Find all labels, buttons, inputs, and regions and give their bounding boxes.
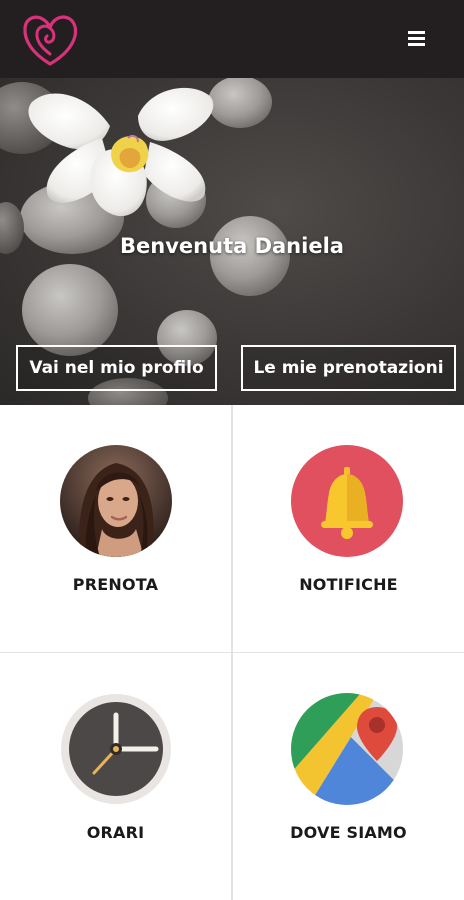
tile-label: NOTIFICHE: [299, 575, 398, 594]
menu-grid: PRENOTA NOTIFICHE ORARI DOVE SIAMO: [0, 405, 464, 900]
tile-label: PRENOTA: [72, 575, 159, 594]
app-header: [0, 0, 464, 78]
my-bookings-button[interactable]: Le mie prenotazioni: [241, 345, 456, 391]
tile-dove-siamo[interactable]: DOVE SIAMO: [233, 653, 464, 900]
menu-bar: [408, 37, 425, 40]
tile-label: ORARI: [86, 823, 145, 842]
menu-bar: [408, 31, 425, 34]
tile-prenota[interactable]: PRENOTA: [0, 405, 231, 652]
clock-icon: [61, 694, 171, 804]
menu-bar: [408, 43, 425, 46]
map-pin-icon: [291, 693, 403, 805]
tile-label: DOVE SIAMO: [290, 823, 407, 842]
my-profile-button[interactable]: Vai nel mio profilo: [16, 345, 217, 391]
tile-orari[interactable]: ORARI: [0, 653, 231, 900]
bell-icon: [291, 445, 403, 557]
heart-spiral-icon[interactable]: [20, 10, 80, 68]
grid-divider-horizontal: [0, 652, 464, 653]
welcome-message: Benvenuta Daniela: [120, 234, 344, 258]
tile-notifiche[interactable]: NOTIFICHE: [233, 405, 464, 652]
person-avatar-icon: [60, 445, 172, 557]
hamburger-menu-icon[interactable]: [404, 27, 430, 51]
hero-banner: Benvenuta Daniela Vai nel mio profilo Le…: [0, 78, 464, 405]
